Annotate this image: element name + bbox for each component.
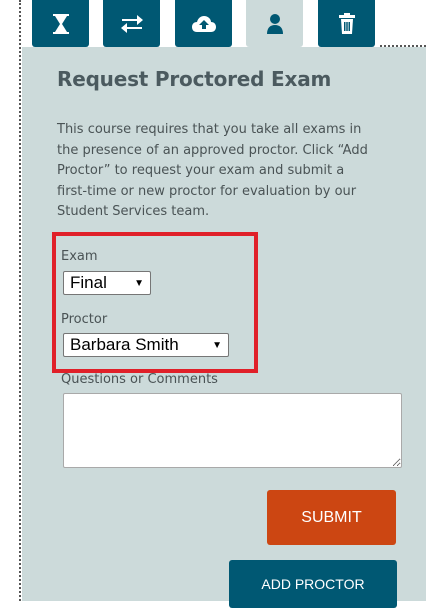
page-title: Request Proctored Exam	[57, 67, 332, 91]
frame-border-top	[380, 45, 426, 47]
trash-icon	[338, 12, 355, 34]
comments-textarea[interactable]	[63, 393, 402, 468]
user-icon	[266, 13, 283, 34]
tab-swap[interactable]	[103, 0, 160, 47]
annotation-highlight-box	[52, 232, 258, 373]
tab-hourglass[interactable]	[32, 0, 89, 47]
tab-proctor[interactable]	[246, 0, 303, 47]
tab-upload[interactable]	[175, 0, 232, 47]
submit-button[interactable]: SUBMIT	[267, 490, 396, 545]
frame-border-left	[19, 0, 21, 601]
hourglass-icon	[52, 13, 69, 34]
swap-arrows-icon	[120, 14, 143, 33]
tab-delete[interactable]	[318, 0, 375, 47]
comments-label: Questions or Comments	[61, 372, 218, 387]
proctor-instructions: This course requires that you take all e…	[57, 122, 368, 219]
tab-bar	[0, 0, 426, 48]
cloud-upload-icon	[191, 15, 216, 32]
